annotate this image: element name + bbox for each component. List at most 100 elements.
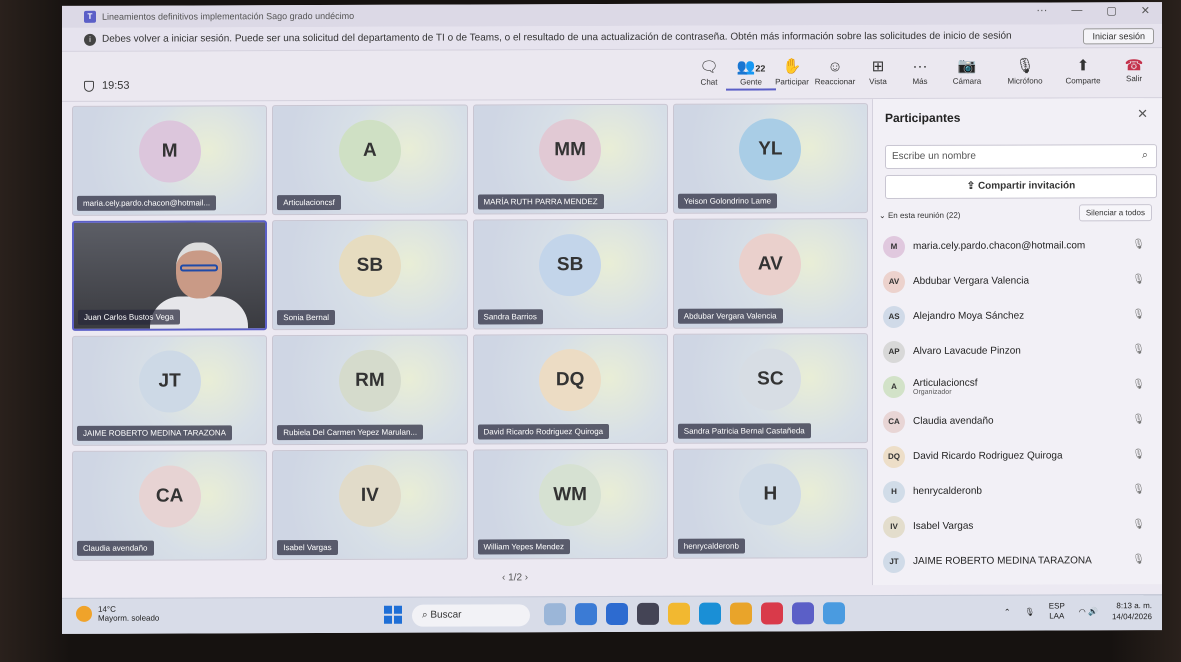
avatar: RM bbox=[338, 350, 401, 413]
mcafee-icon[interactable] bbox=[761, 602, 783, 625]
file-explorer-icon[interactable] bbox=[668, 602, 690, 625]
close-panel-icon[interactable]: ✕ bbox=[1137, 106, 1148, 122]
participant-tile[interactable]: Mmaria.cely.pardo.chacon@hotmail... bbox=[72, 105, 268, 216]
restore-icon[interactable]: ▢ bbox=[1106, 4, 1116, 17]
info-icon: i bbox=[84, 33, 96, 46]
participant-row[interactable]: IV Isabel Vargas 🎙 bbox=[883, 508, 1162, 544]
participant-name-label: William Yepes Mendez bbox=[477, 539, 570, 555]
pagination[interactable]: ‹ 1/2 › bbox=[502, 572, 528, 583]
clock[interactable]: 8:13 a. m. 14/04/2026 bbox=[1112, 600, 1152, 622]
participants-panel: Participantes ✕ Escribe un nombre ⌕ ⇪ Co… bbox=[872, 98, 1162, 586]
participant-tile[interactable]: SB Sandra Barrios bbox=[472, 218, 668, 330]
store-icon[interactable] bbox=[637, 602, 659, 625]
leave-button[interactable]: ☎ Salir bbox=[1116, 56, 1152, 83]
participant-tile[interactable]: AV Abdubar Vergara Valencia bbox=[672, 218, 868, 329]
weather-widget[interactable]: 14°C Mayorm. soleado bbox=[76, 605, 159, 623]
participant-tile[interactable]: Juan Carlos Bustos Vega bbox=[72, 220, 268, 331]
pinned-apps bbox=[544, 602, 845, 626]
mic-off-icon: 🎙 bbox=[1015, 57, 1035, 75]
avatar: A bbox=[338, 120, 401, 183]
window-title: Lineamientos definitivos implementación … bbox=[102, 10, 355, 22]
participant-name: Claudia avendaño bbox=[913, 415, 994, 427]
phone-hangup-icon: ☎ bbox=[1124, 57, 1144, 75]
participant-tile[interactable]: WM William Yepes Mendez bbox=[472, 448, 668, 560]
participant-tile[interactable]: RM Rubiela Del Carmen Yepez Marulan... bbox=[272, 334, 468, 446]
avatar: AV bbox=[883, 270, 905, 293]
mute-all-button[interactable]: Silenciar a todos bbox=[1078, 204, 1152, 222]
wifi-icon[interactable]: ◠ 🔊 bbox=[1079, 607, 1098, 616]
participant-row[interactable]: AS Alejandro Moya Sánchez 🎙 bbox=[883, 298, 1162, 334]
participant-name: Articulacioncsf bbox=[913, 377, 978, 389]
chrome-icon[interactable] bbox=[730, 602, 752, 625]
avatar: WM bbox=[539, 464, 602, 527]
minimize-icon[interactable]: — bbox=[1071, 4, 1082, 17]
signin-button[interactable]: Iniciar sesión bbox=[1083, 28, 1154, 45]
camera-button[interactable]: 📷 Cámara bbox=[942, 57, 992, 86]
avatar: IV bbox=[883, 515, 905, 538]
avatar: CA bbox=[138, 465, 201, 529]
participant-search-input[interactable]: Escribe un nombre ⌕ bbox=[885, 144, 1157, 170]
participant-name: JAIME ROBERTO MEDINA TARAZONA bbox=[913, 555, 1092, 567]
taskbar: 14°C Mayorm. soleado ⌕ Buscar ⌃ 🎙 ESP LAA … bbox=[62, 594, 1162, 634]
edge-icon[interactable] bbox=[699, 602, 721, 625]
meeting-timer: 19:53 bbox=[84, 80, 130, 92]
participant-name-label: Juan Carlos Bustos Vega bbox=[78, 309, 180, 325]
mic-muted-icon: 🎙 bbox=[1132, 554, 1145, 566]
mic-button[interactable]: 🎙 Micrófono bbox=[1000, 56, 1050, 86]
participant-tile[interactable]: JT JAIME ROBERTO MEDINA TARAZONA bbox=[72, 335, 268, 446]
participant-row[interactable]: A Articulacioncsf Organizador 🎙 bbox=[883, 368, 1162, 404]
participant-name-label: David Ricardo Rodriguez Quiroga bbox=[477, 424, 610, 440]
participant-tile[interactable]: YL Yeison Golondrino Lame bbox=[672, 103, 868, 214]
mic-muted-icon: 🎙 bbox=[1132, 414, 1145, 426]
avatar: DQ bbox=[539, 349, 602, 412]
share-button[interactable]: ⬆ Comparte bbox=[1058, 56, 1108, 85]
copilot-icon[interactable] bbox=[606, 602, 628, 626]
participant-row[interactable]: DQ David Ricardo Rodriguez Quiroga 🎙 bbox=[883, 438, 1162, 474]
task-view-icon[interactable] bbox=[575, 603, 597, 626]
chevron-up-icon[interactable]: ⌃ bbox=[1004, 607, 1011, 616]
participant-tile[interactable]: IV Isabel Vargas bbox=[272, 449, 468, 561]
participant-row[interactable]: CA Claudia avendaño 🎙 bbox=[883, 403, 1162, 439]
avatar: M bbox=[883, 235, 905, 258]
participant-tile[interactable]: DQ David Ricardo Rodriguez Quiroga bbox=[472, 333, 668, 445]
taskbar-search[interactable]: ⌕ Buscar bbox=[412, 604, 530, 627]
section-header[interactable]: ⌄ En esta reunión (22) bbox=[879, 211, 960, 220]
participant-name-label: Claudia avendaño bbox=[77, 540, 154, 556]
chrome-alt-icon[interactable] bbox=[823, 602, 845, 625]
participant-tile[interactable]: MM MARÍA RUTH PARRA MENDEZ bbox=[472, 103, 668, 215]
participant-row[interactable]: JT JAIME ROBERTO MEDINA TARAZONA 🎙 bbox=[883, 543, 1162, 579]
more-icon[interactable]: ··· bbox=[1036, 4, 1047, 17]
participant-tile[interactable]: Hhenrycalderonb bbox=[672, 448, 868, 559]
participant-row[interactable]: Mmaria.cely.pardo.chacon@hotmail.com 🎙 bbox=[883, 228, 1162, 264]
participant-tile[interactable]: A Articulacioncsf bbox=[272, 104, 468, 216]
participant-row[interactable]: AP Alvaro Lavacude Pinzon 🎙 bbox=[883, 333, 1162, 369]
widget-app-icon[interactable] bbox=[544, 603, 566, 626]
participant-name-label: Abdubar Vergara Valencia bbox=[677, 308, 783, 324]
search-icon: ⌕ bbox=[1141, 149, 1148, 162]
participant-tile[interactable]: CA Claudia avendaño bbox=[72, 450, 268, 561]
participant-row[interactable]: AV Abdubar Vergara Valencia 🎙 bbox=[883, 263, 1162, 299]
camera-off-icon: 📷 bbox=[957, 57, 977, 75]
more-button[interactable]: ··· Más bbox=[895, 57, 945, 86]
participant-name-label: Isabel Vargas bbox=[277, 539, 338, 556]
mic-tray-icon[interactable]: 🎙 bbox=[1025, 607, 1035, 616]
participant-name-label: MARÍA RUTH PARRA MENDEZ bbox=[477, 194, 604, 210]
language-indicator[interactable]: ESP LAA bbox=[1049, 601, 1065, 621]
participant-row[interactable]: Hhenrycalderonb 🎙 bbox=[883, 473, 1162, 509]
participant-tile[interactable]: SC Sandra Patricia Bernal Castañeda bbox=[672, 333, 868, 444]
share-screen-icon: ⬆ bbox=[1076, 57, 1090, 75]
ellipsis-icon: ··· bbox=[912, 57, 928, 75]
avatar: SC bbox=[739, 348, 802, 411]
participant-tile[interactable]: SB Sonia Bernal bbox=[272, 219, 468, 331]
avatar: H bbox=[739, 463, 802, 526]
close-window-icon[interactable]: ✕ bbox=[1141, 4, 1150, 17]
participant-name: henrycalderonb bbox=[913, 485, 982, 497]
participant-name-label: Sandra Patricia Bernal Castañeda bbox=[677, 423, 811, 439]
start-button[interactable] bbox=[384, 605, 402, 624]
participant-name-label: henrycalderonb bbox=[677, 538, 745, 554]
mic-muted-icon: 🎙 bbox=[1132, 519, 1145, 531]
participant-name: David Ricardo Rodriguez Quiroga bbox=[913, 450, 1063, 462]
participant-list: Mmaria.cely.pardo.chacon@hotmail.com 🎙 AV A… bbox=[883, 228, 1162, 579]
share-invite-button[interactable]: ⇪ Compartir invitación bbox=[885, 174, 1157, 200]
teams-icon[interactable] bbox=[792, 602, 814, 625]
